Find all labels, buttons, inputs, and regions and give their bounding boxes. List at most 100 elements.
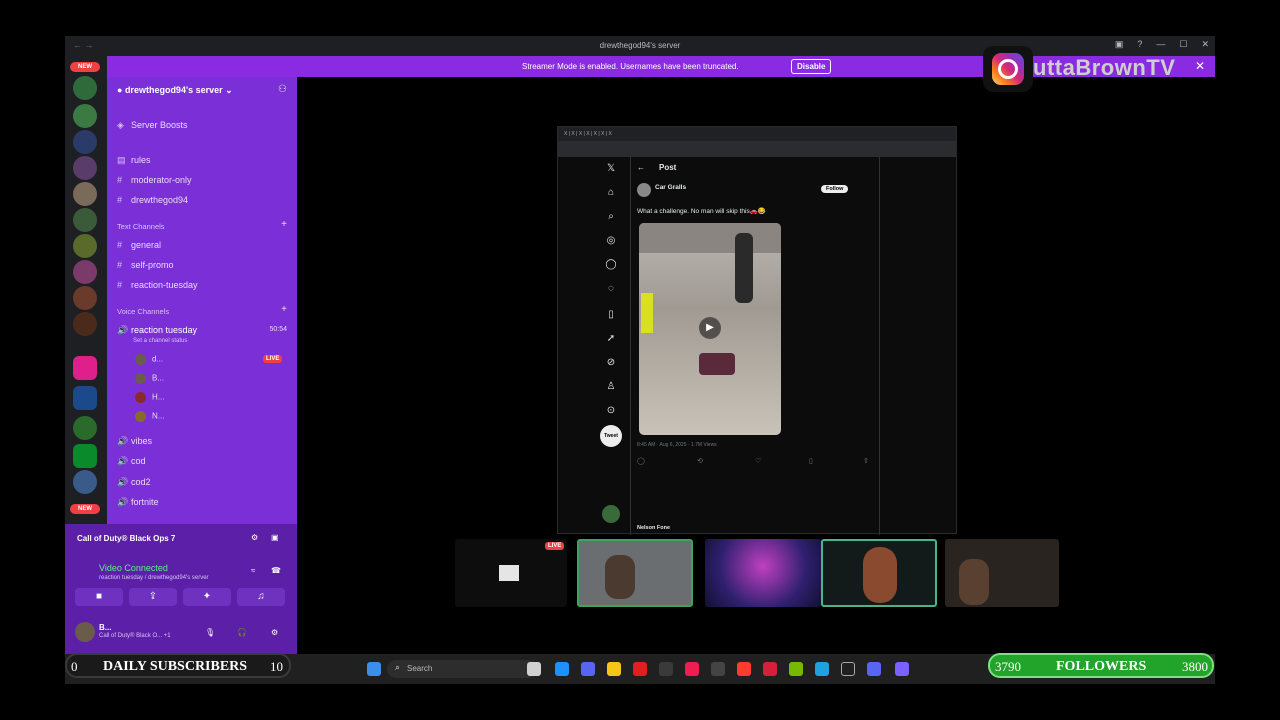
channel-general[interactable]: # general [117, 240, 161, 250]
microphone-icon[interactable]: 🎙 [205, 628, 215, 637]
profile-icon[interactable]: ♙ [600, 381, 622, 392]
server-icon[interactable] [73, 260, 97, 284]
camera-button[interactable]: ■ [75, 588, 123, 606]
maximize-icon[interactable]: ☐ [1179, 39, 1187, 50]
app-icon[interactable] [763, 662, 777, 676]
start-icon[interactable] [367, 662, 381, 676]
channel-rules[interactable]: ▤ rules [117, 155, 151, 166]
follow-button[interactable]: Follow [821, 185, 849, 193]
voice-channel-cod[interactable]: 🔊 cod [117, 456, 146, 467]
author-name[interactable]: Car Gralls [655, 184, 686, 191]
avatar[interactable] [75, 622, 95, 642]
search-icon[interactable]: ⌕ [600, 211, 622, 222]
app-icon[interactable] [895, 662, 909, 676]
server-icon[interactable] [73, 234, 97, 258]
participant-tile[interactable] [577, 539, 693, 607]
noise-suppression-icon[interactable]: ≈ [251, 566, 255, 575]
close-icon[interactable]: ✕ [1201, 39, 1209, 50]
share-icon[interactable]: ⇧ [863, 457, 869, 465]
server-header[interactable]: ● drewthegod94's server ⌄ [117, 85, 233, 96]
disable-button[interactable]: Disable [791, 59, 832, 74]
participant-tile[interactable] [945, 539, 1059, 607]
voice-channel-fortnite[interactable]: 🔊 fortnite [117, 497, 159, 508]
voice-channels-category[interactable]: Voice Channels [117, 307, 169, 316]
server-icon[interactable] [73, 76, 97, 100]
reply-author[interactable]: Nelson Fone [637, 525, 670, 531]
address-bar[interactable] [558, 141, 956, 157]
server-boosts-item[interactable]: ◈ Server Boosts [117, 120, 188, 131]
grok-icon[interactable]: ◌ [600, 283, 622, 294]
server-icon[interactable] [73, 156, 97, 180]
tweet-video[interactable]: ▶ [639, 223, 781, 435]
app-icon[interactable] [555, 662, 569, 676]
activities-button[interactable]: ✦ [183, 588, 231, 606]
server-icon[interactable] [73, 208, 97, 232]
screen-icon[interactable]: ▣ [271, 533, 279, 542]
app-icon[interactable] [711, 662, 725, 676]
voice-user[interactable]: d... [135, 354, 163, 365]
activity-name[interactable]: Call of Duty® Black Ops 7 [77, 534, 175, 543]
account-avatar[interactable] [602, 505, 620, 523]
channel-drewthegod94[interactable]: # drewthegod94 [117, 195, 188, 205]
messages-icon[interactable]: ◯ [600, 259, 622, 270]
app-icon[interactable] [737, 662, 751, 676]
author-avatar[interactable] [637, 183, 651, 197]
participant-tile[interactable] [705, 539, 821, 607]
youtube-icon[interactable] [633, 662, 647, 676]
server-icon[interactable] [73, 286, 97, 310]
tiktok-icon[interactable] [685, 662, 699, 676]
more-icon[interactable]: ⊙ [600, 405, 622, 416]
premium-icon[interactable]: ⊘ [600, 357, 622, 368]
screenshare-button[interactable]: ⇪ [129, 588, 177, 606]
server-icon[interactable] [73, 312, 97, 336]
folder-icon[interactable] [607, 662, 621, 676]
headphones-icon[interactable]: 🎧 [237, 628, 247, 637]
channel-status[interactable]: Set a channel status [133, 338, 187, 344]
shared-browser-window[interactable]: X | X | X | X | X | X | X 𝕏 ⌂ ⌕ ◎ ◯ ◌ ▯ … [557, 126, 957, 535]
help-icon[interactable]: ? [1137, 39, 1142, 50]
server-icon[interactable] [73, 470, 97, 494]
voice-user[interactable]: N... [135, 411, 164, 422]
channel-moderator-only[interactable]: # moderator-only [117, 175, 192, 185]
tweet-button[interactable]: Tweet [600, 425, 622, 447]
text-channels-category[interactable]: Text Channels [117, 222, 165, 231]
server-icon[interactable] [73, 104, 97, 128]
voice-user[interactable]: H... [135, 392, 164, 403]
voice-user[interactable]: B... [135, 373, 164, 384]
play-icon[interactable]: ▶ [699, 317, 721, 339]
app-icon[interactable] [841, 662, 855, 676]
app-icon[interactable] [659, 662, 673, 676]
bookmarks-icon[interactable]: ▯ [600, 309, 622, 320]
voice-channel-vibes[interactable]: 🔊 vibes [117, 436, 152, 447]
disconnect-icon[interactable]: ☎ [271, 566, 281, 575]
participant-tile[interactable] [821, 539, 937, 607]
server-icon[interactable] [73, 356, 97, 380]
add-channel-icon[interactable]: + [281, 219, 287, 230]
banner-close-icon[interactable]: ✕ [1195, 59, 1205, 73]
communities-icon[interactable]: ➚ [600, 333, 622, 344]
add-member-icon[interactable]: ⚇ [278, 84, 287, 95]
app-icon[interactable] [581, 662, 595, 676]
edge-icon[interactable] [815, 662, 829, 676]
home-icon[interactable]: ⌂ [600, 187, 622, 198]
server-icon[interactable] [73, 416, 97, 440]
notifications-icon[interactable]: ◎ [600, 235, 622, 246]
voice-channel-cod2[interactable]: 🔊 cod2 [117, 477, 151, 488]
add-voice-icon[interactable]: + [281, 304, 287, 315]
server-icon[interactable] [73, 444, 97, 468]
back-arrow-icon[interactable]: ← [637, 163, 645, 172]
like-icon[interactable]: ♡ [755, 457, 761, 465]
settings-icon[interactable]: ⚙ [271, 628, 278, 637]
soundboard-button[interactable]: ♫ [237, 588, 285, 606]
voice-location[interactable]: reaction tuesday / drewthegod94's server [99, 575, 209, 581]
taskbar-search[interactable]: Search [387, 660, 537, 678]
channel-self-promo[interactable]: # self-promo [117, 260, 174, 270]
voice-channel-active[interactable]: 🔊 reaction tuesday [117, 325, 197, 336]
reply-icon[interactable]: ◯ [637, 457, 645, 465]
inbox-icon[interactable]: ▣ [1115, 39, 1124, 50]
game-settings-icon[interactable]: ⚙ [251, 533, 258, 542]
channel-reaction-tuesday[interactable]: # reaction-tuesday [117, 280, 198, 290]
minimize-icon[interactable]: — [1156, 39, 1165, 50]
retweet-icon[interactable]: ⟲ [697, 457, 703, 465]
server-icon[interactable] [73, 130, 97, 154]
